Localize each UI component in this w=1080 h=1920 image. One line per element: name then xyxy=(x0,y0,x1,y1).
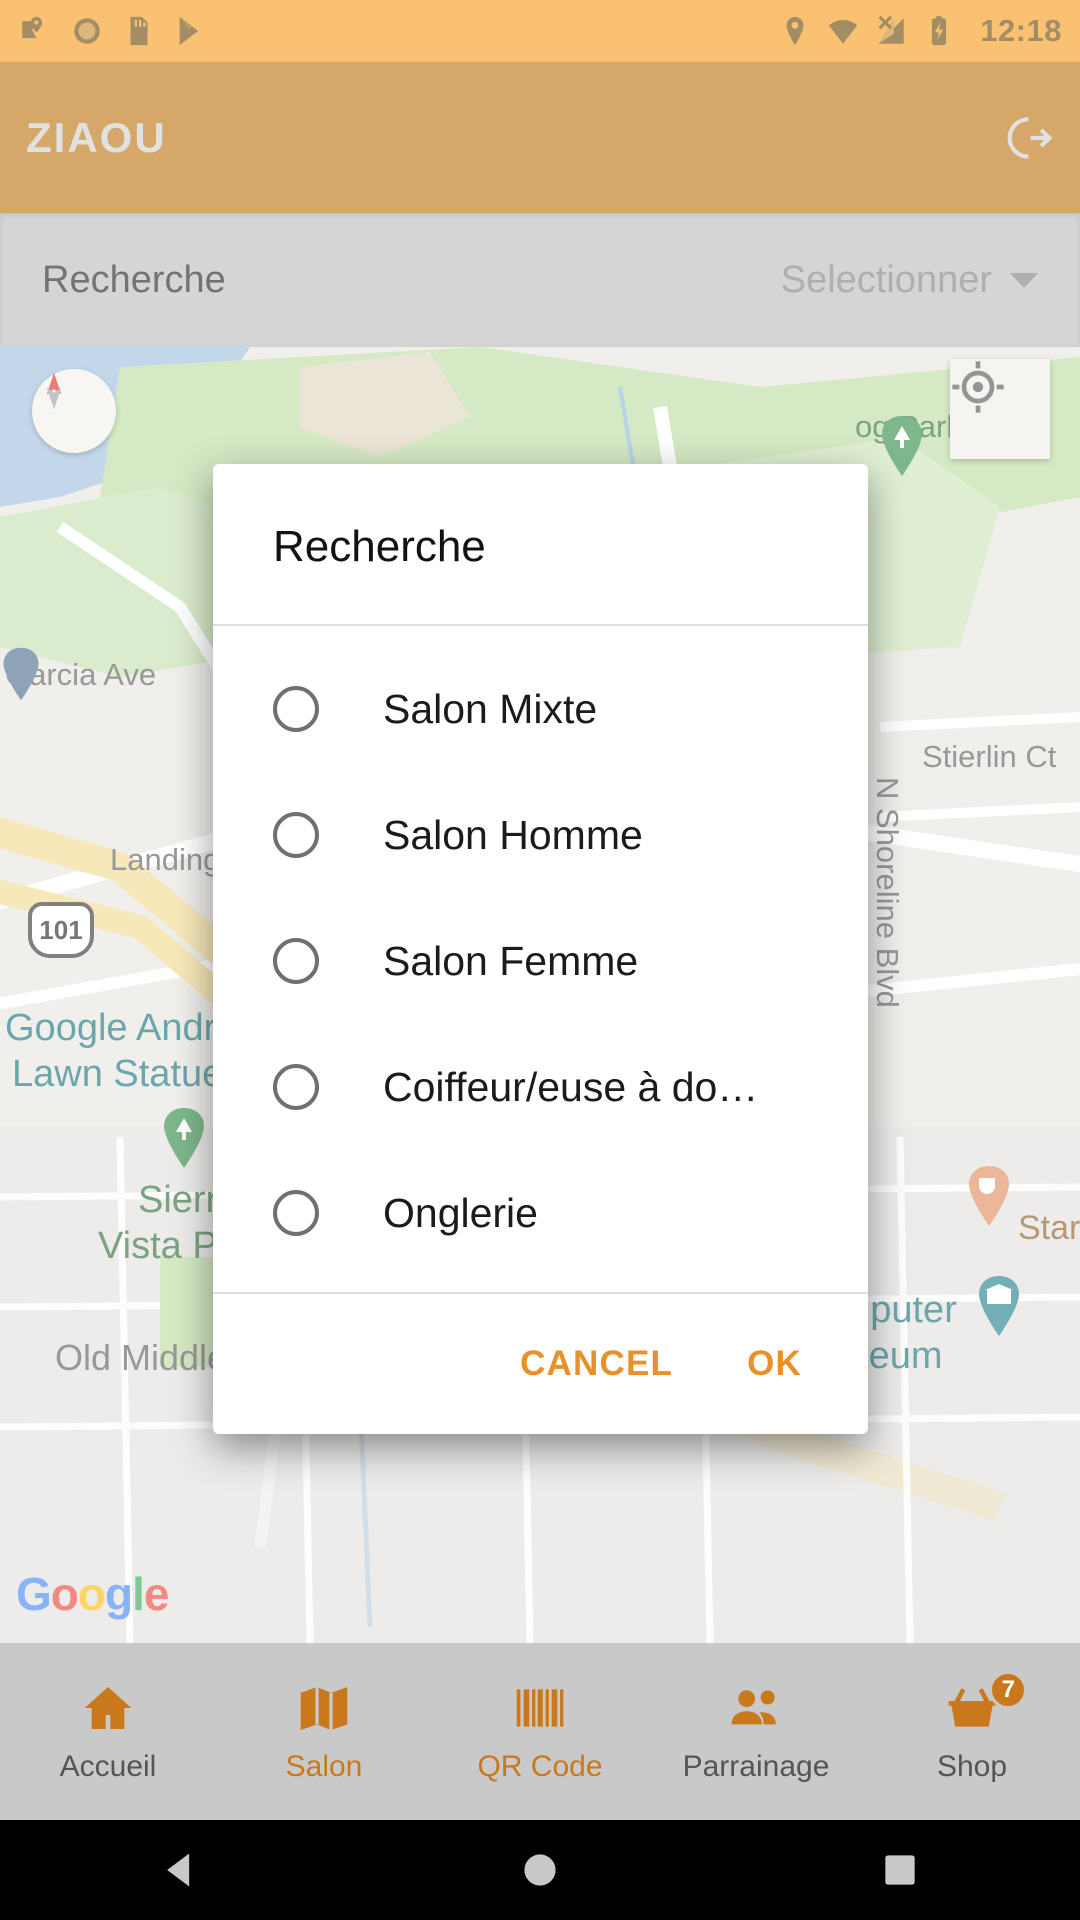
radio-option-label: Salon Femme xyxy=(383,937,639,984)
cancel-button[interactable]: CANCEL xyxy=(502,1330,691,1398)
radio-button-icon[interactable] xyxy=(273,938,319,984)
nav-item-label: Accueil xyxy=(59,1749,157,1783)
dialog-title: Recherche xyxy=(273,522,486,571)
nav-item-shop[interactable]: 7 Shop xyxy=(864,1643,1080,1820)
home-icon xyxy=(76,1680,140,1736)
radio-option-salon-homme[interactable]: Salon Homme xyxy=(213,772,868,898)
home-circle-icon[interactable] xyxy=(513,1843,567,1897)
radio-button-icon[interactable] xyxy=(273,686,319,732)
nav-item-accueil[interactable]: Accueil xyxy=(0,1643,216,1820)
nav-item-salon[interactable]: Salon xyxy=(216,1643,432,1820)
radio-option-label: Coiffeur/euse à do… xyxy=(383,1063,759,1110)
nav-item-label: Shop xyxy=(936,1749,1008,1783)
radio-button-icon[interactable] xyxy=(273,1064,319,1110)
android-screen: 12:18 ZIAOU Recherche Selectionner 101 G… xyxy=(0,0,1080,1920)
nav-item-label: Salon xyxy=(285,1749,363,1783)
recents-square-icon[interactable] xyxy=(873,1843,927,1897)
nav-item-label: Parrainage xyxy=(682,1749,830,1783)
barcode-icon xyxy=(508,1680,572,1736)
radio-option-label: Salon Homme xyxy=(383,811,643,858)
radio-group: Salon Mixte Salon Homme Salon Femme Coif… xyxy=(213,626,868,1292)
nav-item-parrainage[interactable]: Parrainage xyxy=(648,1643,864,1820)
radio-option-label: Onglerie xyxy=(383,1189,538,1236)
recherche-dialog: Recherche Salon Mixte Salon Homme Salon … xyxy=(213,464,868,1434)
radio-option-coiffeur-a-domicile[interactable]: Coiffeur/euse à do… xyxy=(213,1024,868,1150)
radio-option-salon-femme[interactable]: Salon Femme xyxy=(213,898,868,1024)
map-icon xyxy=(292,1680,356,1736)
shop-badge-count: 7 xyxy=(989,1671,1028,1709)
nav-item-qr-code[interactable]: QR Code xyxy=(432,1643,648,1820)
radio-button-icon[interactable] xyxy=(273,1190,319,1236)
people-icon xyxy=(724,1680,788,1736)
radio-option-onglerie[interactable]: Onglerie xyxy=(213,1150,868,1276)
dialog-action-bar: CANCEL OK xyxy=(213,1294,868,1434)
radio-button-icon[interactable] xyxy=(273,812,319,858)
radio-option-label: Salon Mixte xyxy=(383,685,598,732)
bottom-navigation-bar: Accueil Salon QR Code Parrainage 7 Shop xyxy=(0,1643,1080,1820)
ok-button[interactable]: OK xyxy=(729,1330,820,1398)
nav-item-label: QR Code xyxy=(477,1749,603,1783)
android-system-navigation xyxy=(0,1820,1080,1920)
radio-option-salon-mixte[interactable]: Salon Mixte xyxy=(213,646,868,772)
back-triangle-icon[interactable] xyxy=(153,1843,207,1897)
